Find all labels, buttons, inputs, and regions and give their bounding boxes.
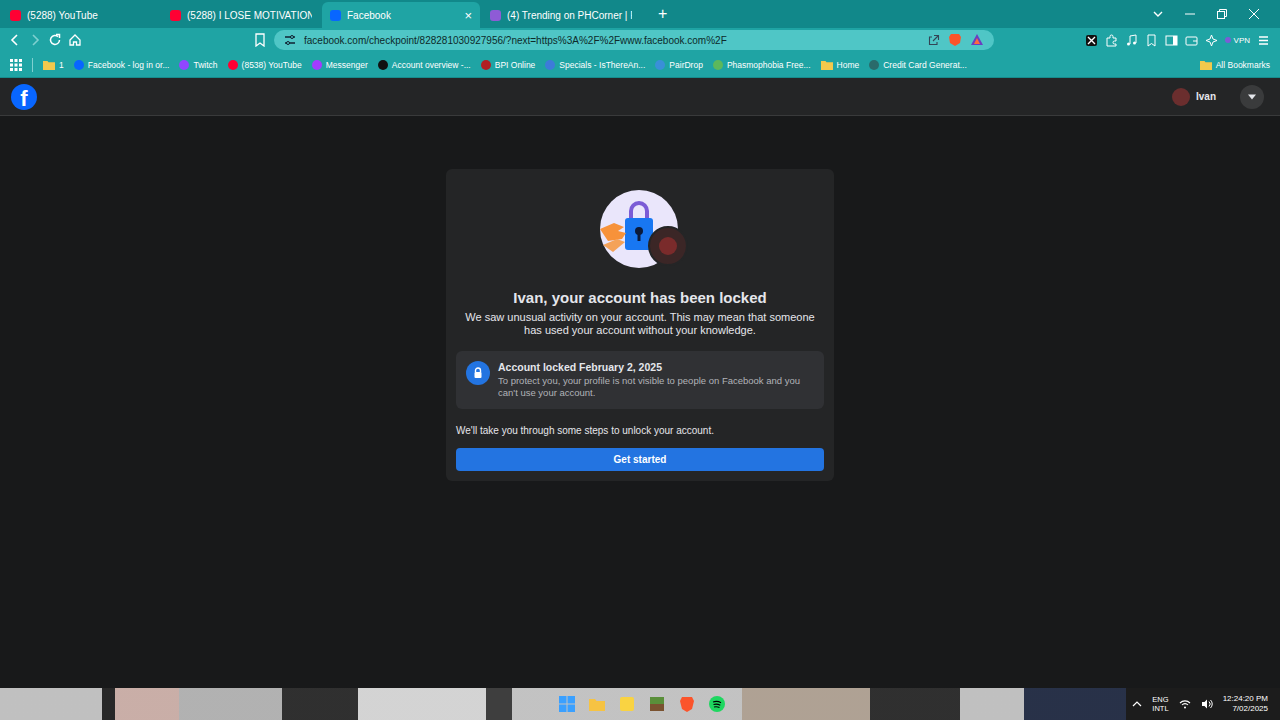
tab-strip: (5288) YouTube (5288) I LOSE MOTIVATION …	[0, 0, 1280, 28]
card-title: Ivan, your account has been locked	[513, 289, 766, 306]
favicon-icon	[481, 60, 491, 70]
home-icon[interactable]	[68, 33, 82, 47]
apps-grid-icon[interactable]	[10, 59, 22, 71]
wallpaper-photo	[0, 688, 1280, 720]
locked-card: Ivan, your account has been locked We sa…	[446, 169, 834, 481]
sidebar-icon[interactable]	[1165, 34, 1178, 47]
lock-notice: Account locked February 2, 2025 To prote…	[456, 351, 824, 409]
facebook-logo[interactable]: f	[11, 84, 37, 110]
reading-list-icon[interactable]	[1145, 34, 1158, 47]
windows-start-icon[interactable]	[558, 695, 576, 713]
favicon-icon	[545, 60, 555, 70]
wifi-icon[interactable]	[1179, 698, 1191, 710]
bookmark-item[interactable]: Twitch	[179, 60, 217, 70]
site-info-icon[interactable]	[284, 34, 296, 46]
favicon-icon	[655, 60, 665, 70]
bookmark-item[interactable]: Home	[821, 60, 860, 70]
browser-tab[interactable]: (5288) I LOSE MOTIVATION WHEN	[162, 2, 320, 28]
notice-title: Account locked February 2, 2025	[498, 361, 814, 373]
brave-shields-icon[interactable]	[948, 33, 962, 47]
folder-icon	[43, 60, 55, 70]
folder-icon	[1200, 60, 1212, 70]
forward-icon[interactable]	[28, 33, 42, 47]
tray-chevron-icon[interactable]	[1132, 699, 1142, 709]
favicon-icon	[170, 10, 181, 21]
brave-rewards-icon[interactable]	[970, 33, 984, 47]
media-icon[interactable]	[1125, 34, 1138, 47]
spotify-icon[interactable]	[708, 695, 726, 713]
facebook-header: f Ivan	[0, 78, 1280, 116]
tab-close-button[interactable]: ×	[464, 9, 472, 22]
folder-icon	[821, 60, 833, 70]
bookmark-item[interactable]: PairDrop	[655, 60, 703, 70]
tab-search-chevron-icon[interactable]	[1152, 8, 1164, 20]
caret-down-icon	[1247, 93, 1257, 101]
vpn-button[interactable]: VPN	[1225, 36, 1250, 45]
volume-icon[interactable]	[1201, 698, 1213, 710]
avatar-icon[interactable]	[1172, 88, 1190, 106]
all-bookmarks-button[interactable]: All Bookmarks	[1200, 60, 1270, 70]
user-name[interactable]: Ivan	[1196, 91, 1216, 102]
facebook-page: f Ivan Ivan, your account has been locke…	[0, 78, 1280, 688]
favicon-icon	[179, 60, 189, 70]
screen: (5288) YouTube (5288) I LOSE MOTIVATION …	[0, 0, 1280, 720]
locked-account-illustration-icon	[597, 189, 693, 273]
close-window-icon[interactable]	[1248, 8, 1260, 20]
favicon-icon	[10, 10, 21, 21]
get-started-button[interactable]: Get started	[456, 448, 824, 471]
favicon-icon	[490, 10, 501, 21]
bookmark-item[interactable]: Phasmophobia Free...	[713, 60, 811, 70]
puzzle-icon[interactable]	[1105, 34, 1118, 47]
favicon-icon	[228, 60, 238, 70]
taskbar: ENGINTL 12:24:20 PM 7/02/2025	[0, 688, 1280, 720]
file-explorer-icon[interactable]	[588, 695, 606, 713]
favicon-icon	[378, 60, 388, 70]
favicon-icon	[713, 60, 723, 70]
bookmark-item[interactable]: 1	[43, 60, 64, 70]
wallet-icon[interactable]	[1185, 34, 1198, 47]
favicon-icon	[74, 60, 84, 70]
new-tab-button[interactable]: +	[642, 5, 679, 28]
browser-tab[interactable]: Facebook ×	[322, 2, 480, 28]
input-language[interactable]: ENGINTL	[1152, 695, 1168, 713]
steps-text: We'll take you through some steps to unl…	[456, 425, 824, 436]
back-icon[interactable]	[8, 33, 22, 47]
bookmark-item[interactable]: Credit Card Generat...	[869, 60, 967, 70]
brave-icon[interactable]	[678, 695, 696, 713]
bookmark-item[interactable]: Facebook - log in or...	[74, 60, 170, 70]
account-menu-button[interactable]	[1240, 85, 1264, 109]
share-icon[interactable]	[928, 34, 940, 46]
minimize-icon[interactable]	[1184, 8, 1196, 20]
clock[interactable]: 12:24:20 PM 7/02/2025	[1223, 694, 1268, 714]
favicon-icon	[330, 10, 341, 21]
bookmark-item[interactable]: Specials - IsThereAn...	[545, 60, 645, 70]
menu-icon[interactable]	[1257, 34, 1270, 47]
sticky-notes-icon[interactable]	[618, 695, 636, 713]
address-bar[interactable]: facebook.com/checkpoint/828281030927956/…	[274, 30, 994, 50]
bookmark-item[interactable]: BPI Online	[481, 60, 536, 70]
browser-tab[interactable]: (4) Trending on PHCorner | Pinoy In	[482, 2, 640, 28]
vpn-status-icon	[1225, 37, 1231, 43]
card-description: We saw unusual activity on your account.…	[456, 311, 824, 337]
extension-icon[interactable]	[1085, 34, 1098, 47]
bookmark-icon[interactable]	[254, 33, 266, 47]
bookmark-item[interactable]: Account overview -...	[378, 60, 471, 70]
favicon-icon	[869, 60, 879, 70]
reload-icon[interactable]	[48, 33, 62, 47]
lock-icon	[466, 361, 490, 385]
browser-tab[interactable]: (5288) YouTube	[2, 2, 160, 28]
minecraft-icon[interactable]	[648, 695, 666, 713]
leo-ai-icon[interactable]	[1205, 34, 1218, 47]
bookmark-item[interactable]: (8538) YouTube	[228, 60, 302, 70]
notice-body: To protect you, your profile is not visi…	[498, 375, 814, 399]
restore-icon[interactable]	[1216, 8, 1228, 20]
favicon-icon	[312, 60, 322, 70]
bookmarks-bar: 1 Facebook - log in or... Twitch (8538) …	[0, 52, 1280, 78]
toolbar: facebook.com/checkpoint/828281030927956/…	[0, 28, 1280, 52]
bookmark-item[interactable]: Messenger	[312, 60, 368, 70]
